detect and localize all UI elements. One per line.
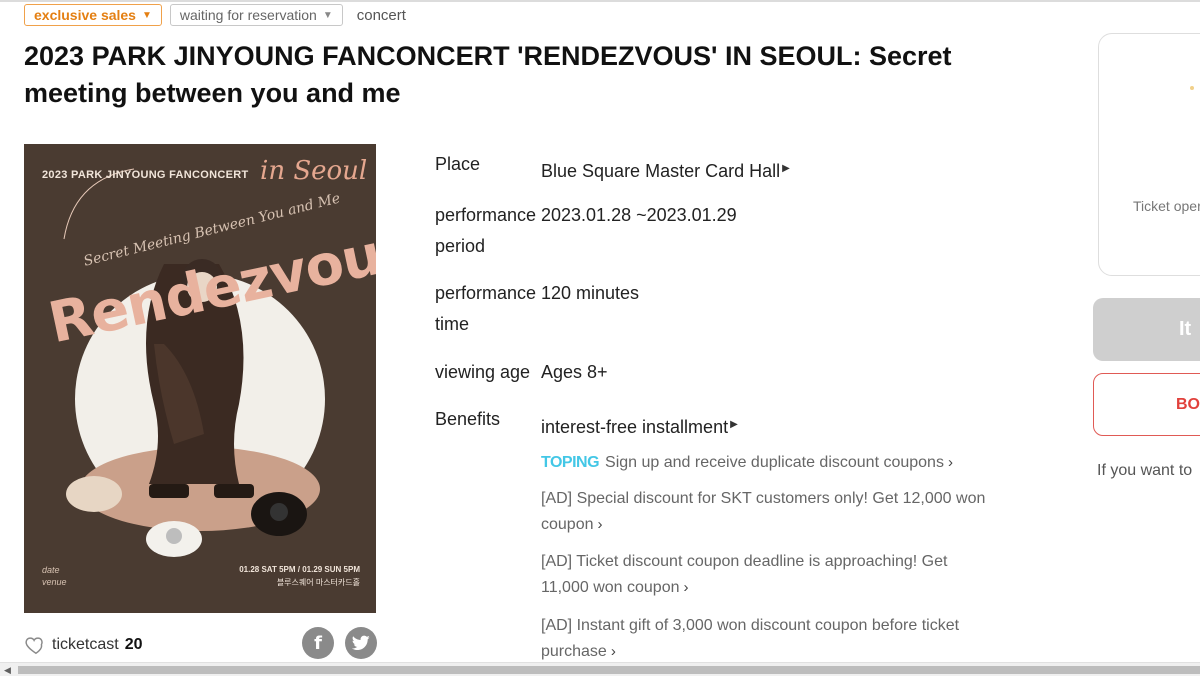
horizontal-scrollbar[interactable]: ◀ — [0, 662, 1200, 676]
ad-link-deadline[interactable]: [AD] Ticket discount coupon deadline is … — [541, 549, 1001, 601]
tag-row: exclusive sales ▼ waiting for reservatio… — [24, 2, 406, 28]
chevron-right-icon: › — [947, 454, 953, 471]
ad-gift-line1: [AD] Instant gift of 3,000 won discount … — [541, 617, 960, 634]
exclusive-sales-tag[interactable]: exclusive sales ▼ — [24, 4, 162, 26]
toping-promo-link[interactable]: TOPING Sign up and receive duplicate disc… — [541, 450, 1001, 476]
ad-link-skt[interactable]: [AD] Special discount for SKT customers … — [541, 486, 1001, 538]
poster-venue-label: venue — [42, 577, 67, 587]
age-value: Ages 8+ — [541, 362, 608, 382]
period-label-2: period — [435, 236, 486, 256]
poster-image: 2023 PARK JINYOUNG FANCONCERT in Seoul S… — [24, 144, 376, 613]
benefits-value[interactable]: interest-free installment ▶ — [541, 409, 738, 443]
like-row: ticketcast 20 — [24, 632, 142, 658]
scroll-left-icon[interactable]: ◀ — [4, 665, 11, 676]
benefits-label: Benefits — [435, 409, 501, 429]
poster-script-title: in Seoul — [260, 156, 368, 186]
poster-header: 2023 PARK JINYOUNG FANCONCERT — [42, 169, 249, 181]
panel-decoration — [1190, 86, 1194, 90]
ad-skt-line1: [AD] Special discount for SKT customers … — [541, 490, 986, 507]
right-note: If you want to — [1097, 462, 1193, 479]
caret-down-icon: ▼ — [322, 9, 333, 21]
reservation-tag[interactable]: waiting for reservation ▼ — [169, 4, 343, 26]
like-count: 20 — [124, 636, 143, 653]
place-value-text: Blue Square Master Card Hall — [541, 161, 781, 181]
toping-promo-text: Sign up and receive duplicate discount c… — [605, 454, 944, 471]
age-label: viewing age — [435, 362, 531, 382]
book-button-label: BO — [1176, 395, 1200, 413]
facebook-icon: f — [314, 632, 322, 654]
disabled-booking-button[interactable]: It — [1093, 298, 1200, 361]
place-value[interactable]: Blue Square Master Card Hall ▶ — [541, 153, 790, 187]
ad-gift-line2: purchase — [541, 643, 607, 660]
facebook-share-button[interactable]: f — [302, 627, 334, 659]
chevron-right-icon: › — [610, 643, 616, 660]
like-source: ticketcast — [52, 636, 119, 653]
triangle-right-icon: ▶ — [730, 419, 738, 430]
ad-deadline-line2-wrap: 11,000 won coupon › — [541, 575, 1001, 601]
poster-date-label: date — [42, 565, 60, 575]
ticket-open-text: Ticket oper — [1133, 198, 1200, 214]
reservation-label: waiting for reservation — [179, 7, 317, 23]
category-label[interactable]: concert — [357, 7, 406, 24]
time-value: 120 minutes — [541, 283, 640, 303]
disabled-booking-label: It — [1179, 318, 1192, 340]
ad-deadline-line2: 11,000 won coupon — [541, 579, 680, 596]
heart-icon[interactable] — [24, 634, 46, 656]
period-label-1: performance — [435, 205, 537, 225]
time-label-2: time — [435, 314, 470, 334]
chevron-right-icon: › — [683, 579, 689, 596]
benefits-value-text: interest-free installment — [541, 417, 729, 437]
place-label: Place — [435, 154, 481, 174]
triangle-right-icon: ▶ — [782, 163, 790, 174]
period-value: 2023.01.28 ~2023.01.29 — [541, 205, 737, 225]
ad-deadline-line1: [AD] Ticket discount coupon deadline is … — [541, 553, 948, 570]
exclusive-sales-label: exclusive sales — [34, 7, 136, 23]
ad-skt-line2: coupon — [541, 516, 594, 533]
twitter-bird-icon — [352, 635, 370, 651]
ad-link-gift[interactable]: [AD] Instant gift of 3,000 won discount … — [541, 613, 1001, 665]
ad-skt-line2-wrap: coupon › — [541, 512, 1001, 538]
page-title: 2023 PARK JINYOUNG FANCONCERT 'RENDEZVOU… — [24, 41, 952, 108]
toping-logo: TOPING — [541, 454, 600, 471]
book-button[interactable]: BO — [1093, 373, 1200, 436]
poster-venue-text: 블루스퀘어 마스터카드홀 — [276, 578, 360, 587]
caret-down-icon: ▼ — [141, 9, 152, 21]
ticket-open-panel — [1098, 33, 1200, 276]
time-label-1: performance — [435, 283, 537, 303]
chevron-right-icon: › — [597, 516, 603, 533]
twitter-share-button[interactable] — [345, 627, 377, 659]
scrollbar-thumb[interactable] — [18, 666, 1200, 674]
poster-date-text: 01.28 SAT 5PM / 01.29 SUN 5PM — [239, 565, 360, 574]
